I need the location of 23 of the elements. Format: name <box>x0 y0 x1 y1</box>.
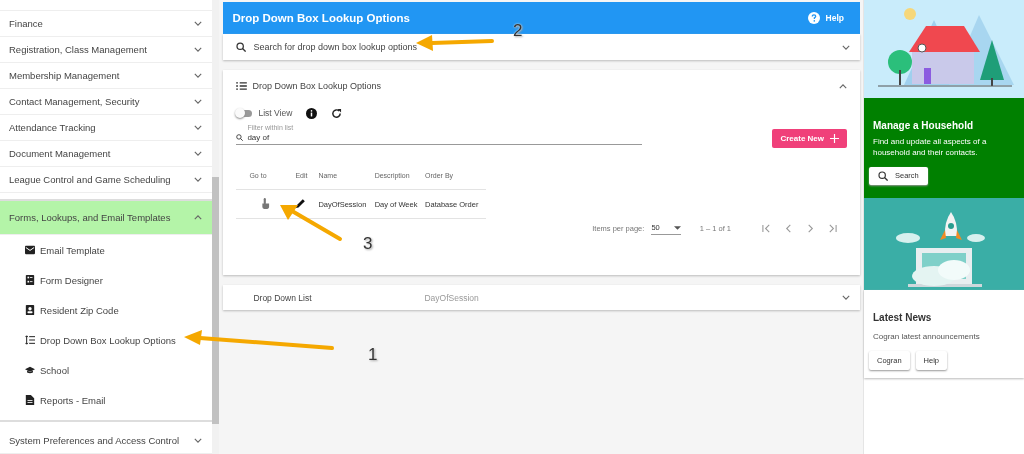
sidebar-item[interactable]: Email Template <box>25 235 105 265</box>
annotation-number: 1 <box>368 345 378 365</box>
annotation-number: 3 <box>363 234 373 254</box>
panel-header[interactable]: Drop Down Box Lookup Options <box>236 70 847 102</box>
panel-label: Drop Down List <box>253 292 313 303</box>
card-title: Manage a Household <box>872 120 974 131</box>
sidebar-item[interactable]: School <box>25 355 70 385</box>
toggle-label: List View <box>258 108 293 118</box>
card-title: Latest News <box>872 312 933 323</box>
panel-title: Drop Down Box Lookup Options <box>252 81 381 91</box>
create-new-button[interactable]: Create New <box>772 129 847 148</box>
panel-value: DayOfSession <box>424 292 479 303</box>
card-text: Cogran latest announcements <box>872 332 981 341</box>
page-title: Drop Down Box Lookup Options <box>232 12 410 24</box>
sidebar-item[interactable]: Form Designer <box>25 265 103 295</box>
sidebar-item[interactable]: Resident Zip Code <box>25 295 119 325</box>
sidebar-item[interactable]: Reports - Email <box>25 385 106 415</box>
drop-down-list-panel[interactable]: Drop Down List DayOfSession <box>223 285 860 310</box>
card-text: Find and update all aspects of a household and their contacts. <box>872 137 988 159</box>
filter-field[interactable]: day of <box>247 133 448 142</box>
sidebar-item[interactable]: Drop Down Box Lookup Options <box>25 325 176 355</box>
search-field[interactable]: Search for drop down box lookup options <box>251 41 837 53</box>
sidebar-section[interactable]: Forms, Lookups, and Email Templates <box>0 199 213 235</box>
